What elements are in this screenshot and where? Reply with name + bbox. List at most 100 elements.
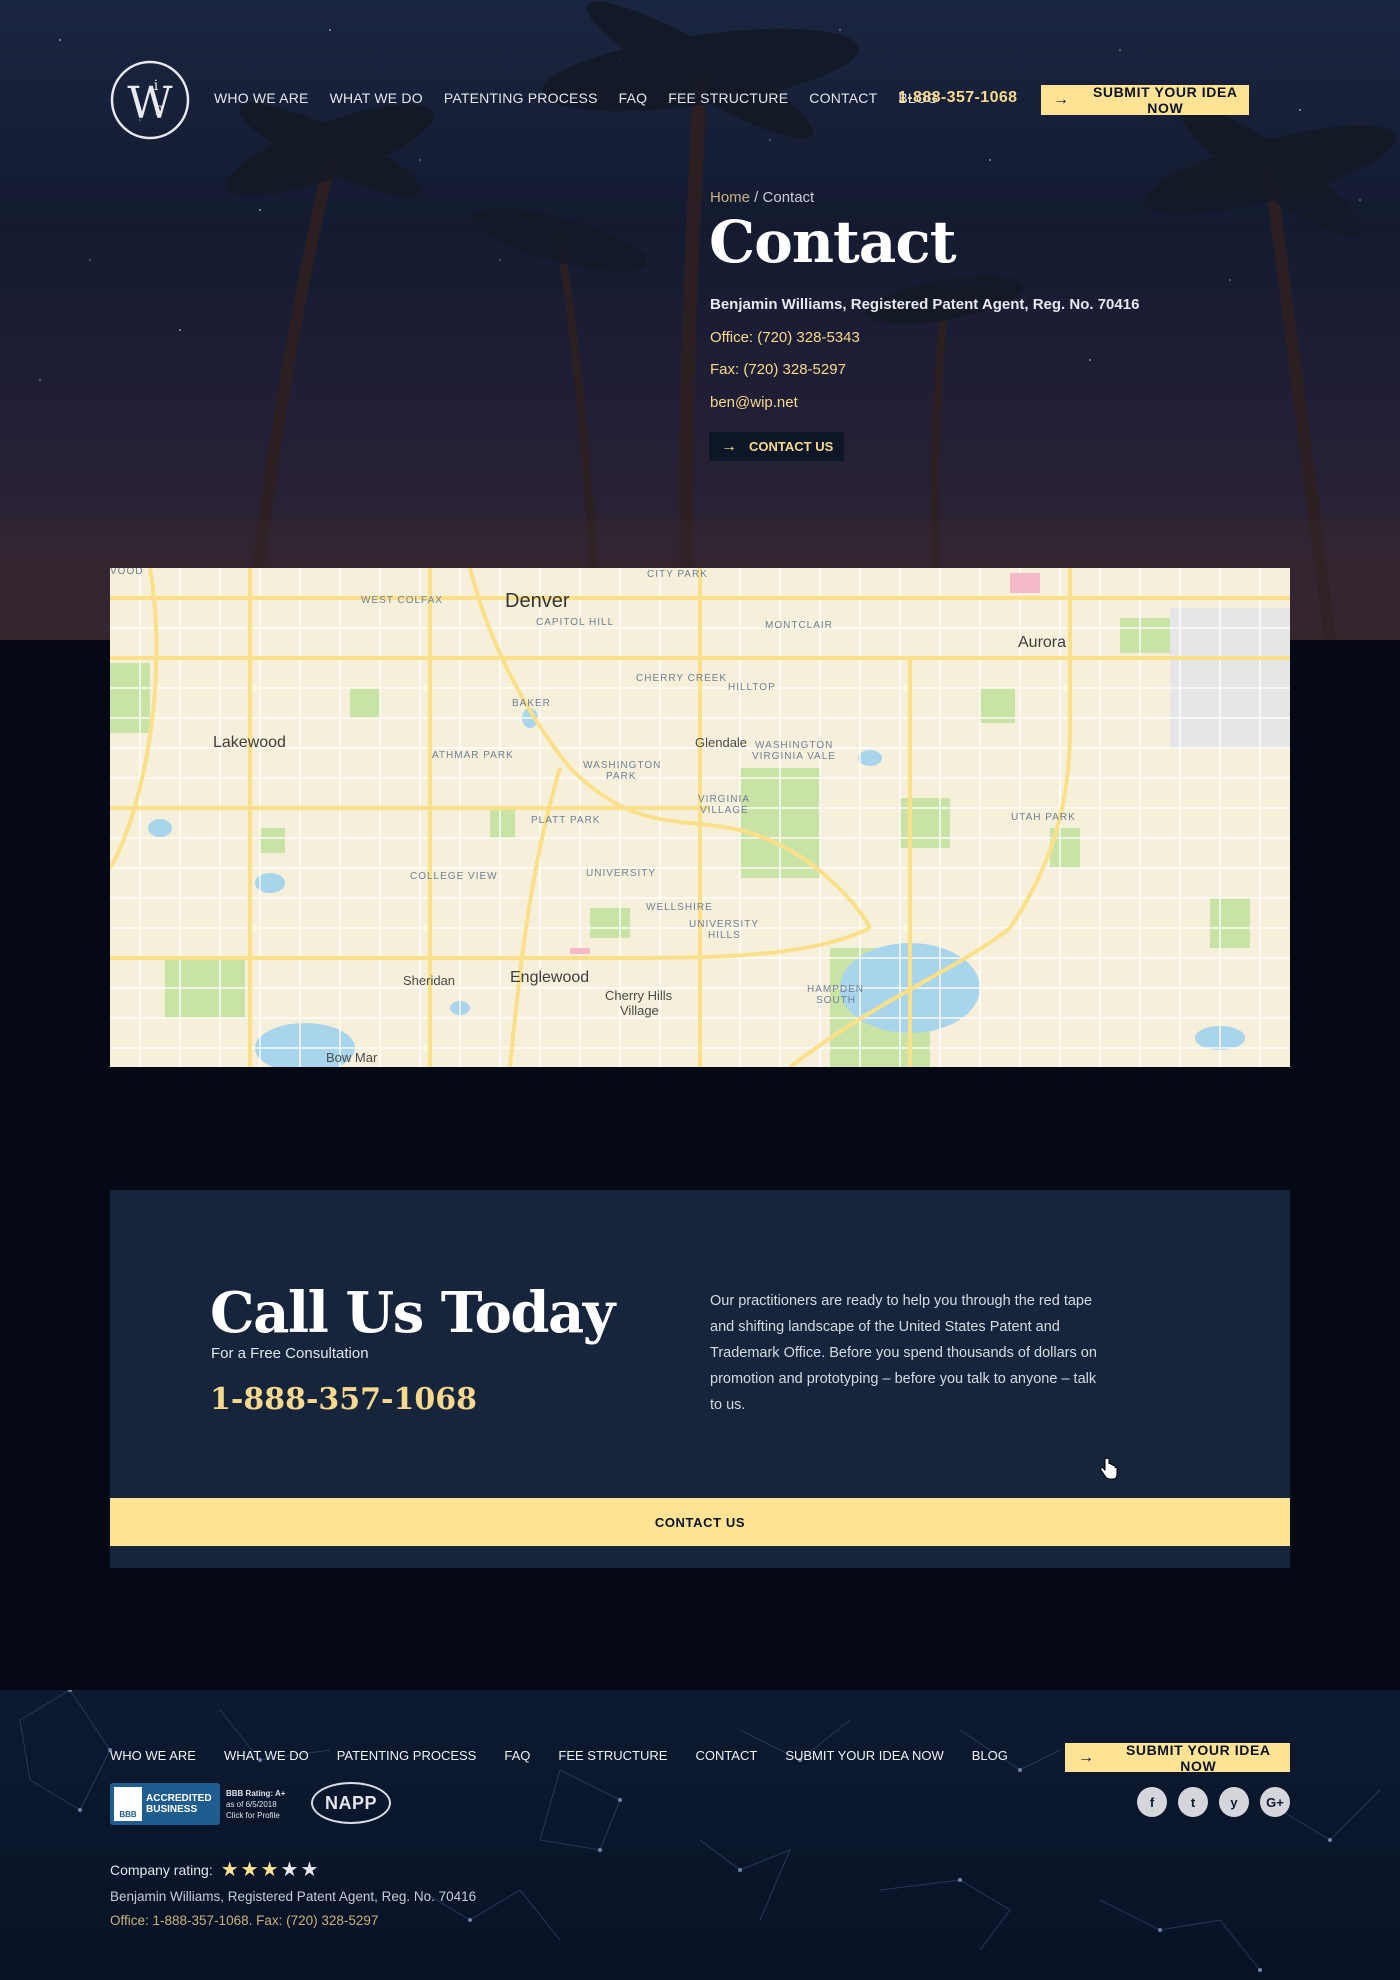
twitter-icon[interactable]: t xyxy=(1178,1787,1208,1817)
star-icon: ★ xyxy=(300,1859,321,1881)
bbb-accredited-box: BBB ACCREDITED BUSINESS xyxy=(110,1783,220,1825)
map-label-wellshire: WELLSHIRE xyxy=(646,902,713,913)
constellation-background xyxy=(19,1690,1381,1972)
map-label-west-colfax: WEST COLFAX xyxy=(361,595,443,606)
footer-submit-label: SUBMIT YOUR IDEA NOW xyxy=(1125,1741,1271,1774)
nav-faq[interactable]: FAQ xyxy=(619,90,648,106)
footer-nav-what-we-do[interactable]: WHAT WE DO xyxy=(224,1748,309,1763)
map-label-baker: BAKER xyxy=(512,698,551,709)
bbb-date: as of 6/5/2018 xyxy=(226,1799,277,1809)
map-label-hampden-south: HAMPDEN xyxy=(807,984,865,995)
breadcrumb-current: Contact xyxy=(762,189,815,206)
footer-nav-who-we-are[interactable]: WHO WE ARE xyxy=(110,1748,196,1763)
arrow-right-icon: → xyxy=(1078,1748,1095,1766)
map-label-college-view: COLLEGE VIEW xyxy=(410,871,498,882)
footer-nav-patenting-process[interactable]: PATENTING PROCESS xyxy=(337,1748,477,1763)
bbb-accredited-line1: ACCREDITED xyxy=(146,1793,212,1804)
map-label-university: UNIVERSITY xyxy=(586,868,657,879)
map-label-university-hills: UNIVERSITY xyxy=(689,919,760,930)
hero-section: W i p WHO WE ARE WHAT WE DO PATENTING PR… xyxy=(0,0,1400,640)
map-label-virginia-village: VIRGINIA xyxy=(698,794,750,805)
star-icon: ★ xyxy=(220,1859,241,1881)
agent-name: Benjamin Williams, Registered Patent Age… xyxy=(710,296,1140,313)
hero-contact-button[interactable]: → CONTACT US xyxy=(709,432,844,461)
nav-patenting-process[interactable]: PATENTING PROCESS xyxy=(444,90,598,106)
map-label-montclair: MONTCLAIR xyxy=(765,620,833,631)
nav-fee-structure[interactable]: FEE STRUCTURE xyxy=(668,90,788,106)
google-plus-icon[interactable]: G+ xyxy=(1260,1787,1290,1817)
footer-nav-blog[interactable]: BLOG xyxy=(972,1748,1008,1763)
map-label-hilltop: HILLTOP xyxy=(728,682,776,693)
map-label-city-park: CITY PARK xyxy=(647,569,708,580)
bbb-rating: BBB Rating: A+ xyxy=(226,1788,286,1798)
map-label-university-hills-2: HILLS xyxy=(708,930,741,941)
call-us-subtitle: For a Free Consultation xyxy=(211,1345,369,1362)
footer-nav-fee-structure[interactable]: FEE STRUCTURE xyxy=(558,1748,667,1763)
map-label-cherry-hills: Cherry Hills xyxy=(605,988,673,1003)
bbb-rating-info: BBB Rating: A+ as of 6/5/2018 Click for … xyxy=(226,1788,285,1821)
fax-number: Fax: (720) 328-5297 xyxy=(710,361,846,378)
map-label-denver: Denver xyxy=(505,590,570,612)
map-label-wood: VOOD xyxy=(110,568,144,577)
call-us-description: Our practitioners are ready to help you … xyxy=(710,1293,1097,1413)
svg-text:i: i xyxy=(154,78,159,94)
map-label-cherry-creek: CHERRY CREEK xyxy=(636,673,728,684)
map-label-platt-park: PLATT PARK xyxy=(531,815,601,826)
footer-nav-faq[interactable]: FAQ xyxy=(504,1748,530,1763)
call-us-section: Call Us Today For a Free Consultation 1-… xyxy=(110,1190,1290,1568)
bbb-badge[interactable]: BBB ACCREDITED BUSINESS BBB Rating: A+ a… xyxy=(110,1783,285,1825)
footer-office: Office: 1-888-357-1068. Fax: (720) 328-5… xyxy=(110,1913,379,1928)
bbb-accredited-line2: BUSINESS xyxy=(146,1804,198,1815)
rating-stars: ★★★★★ xyxy=(221,1857,321,1882)
footer-nav-submit-idea[interactable]: SUBMIT YOUR IDEA NOW xyxy=(785,1748,943,1763)
map-label-bow-mar: Bow Mar xyxy=(326,1050,378,1065)
map-label-washington-virginia-vale: WASHINGTON xyxy=(755,740,834,751)
map-label-englewood: Englewood xyxy=(510,969,590,986)
map-label-aurora: Aurora xyxy=(1018,634,1067,651)
map-label-virginia-village-2: VILLAGE xyxy=(700,805,749,816)
nav-what-we-do[interactable]: WHAT WE DO xyxy=(330,90,423,106)
star-icon: ★ xyxy=(260,1859,281,1881)
hero-contact-label: CONTACT US xyxy=(749,439,834,454)
company-rating-label: Company rating: xyxy=(110,1861,213,1878)
header-submit-label: SUBMIT YOUR IDEA NOW xyxy=(1092,84,1238,116)
header-submit-idea-button[interactable]: → SUBMIT YOUR IDEA NOW xyxy=(1041,84,1249,116)
location-map[interactable]: Denver Aurora Lakewood Glendale Englewoo… xyxy=(110,568,1290,1067)
map-label-lakewood: Lakewood xyxy=(213,734,286,751)
nav-who-we-are[interactable]: WHO WE ARE xyxy=(214,90,309,106)
facebook-icon[interactable]: f xyxy=(1137,1787,1167,1817)
site-logo[interactable]: W i p xyxy=(110,60,190,140)
breadcrumb: Home / Contact xyxy=(710,189,814,206)
arrow-right-icon: → xyxy=(1053,91,1070,108)
email-link[interactable]: ben@wip.net xyxy=(710,394,798,411)
bbb-accredited-text: ACCREDITED BUSINESS xyxy=(146,1793,212,1815)
call-us-contact-button[interactable]: CONTACT US xyxy=(110,1498,1290,1546)
napp-logo[interactable]: NAPP xyxy=(311,1782,391,1824)
footer-agent: Benjamin Williams, Registered Patent Age… xyxy=(110,1889,477,1904)
star-icon: ★ xyxy=(280,1859,301,1881)
map-label-athmar-park: ATHMAR PARK xyxy=(432,750,514,761)
arrow-right-icon: → xyxy=(721,437,737,455)
map-label-hampden-south-2: SOUTH xyxy=(816,995,856,1006)
company-rating: Company rating: ★★★★★ xyxy=(110,1857,320,1882)
breadcrumb-home[interactable]: Home xyxy=(710,189,750,206)
header-phone[interactable]: 1-888-357-1068 xyxy=(898,89,1017,107)
map-label-washington-park: WASHINGTON xyxy=(583,760,662,771)
office-phone[interactable]: Office: (720) 328-5343 xyxy=(710,329,860,346)
hand-cursor-icon xyxy=(1100,1458,1118,1480)
footer-nav-contact[interactable]: CONTACT xyxy=(695,1748,757,1763)
map-graphic xyxy=(110,568,1290,1067)
map-label-capitol-hill: CAPITOL HILL xyxy=(536,617,615,628)
bbb-profile-link: Click for Profile xyxy=(226,1810,280,1820)
yelp-icon[interactable]: y xyxy=(1219,1787,1249,1817)
star-icon: ★ xyxy=(240,1859,261,1881)
main-nav: WHO WE ARE WHAT WE DO PATENTING PROCESS … xyxy=(214,90,938,106)
nav-contact[interactable]: CONTACT xyxy=(809,90,877,106)
call-us-phone[interactable]: 1-888-357-1068 xyxy=(210,1382,477,1417)
call-us-title: Call Us Today xyxy=(210,1280,615,1346)
svg-text:W: W xyxy=(127,78,173,129)
svg-text:p: p xyxy=(155,101,163,115)
map-label-utah-park: UTAH PARK xyxy=(1011,812,1076,823)
footer-submit-idea-button[interactable]: → SUBMIT YOUR IDEA NOW xyxy=(1065,1741,1290,1774)
bbb-logo-icon: BBB xyxy=(114,1787,142,1821)
